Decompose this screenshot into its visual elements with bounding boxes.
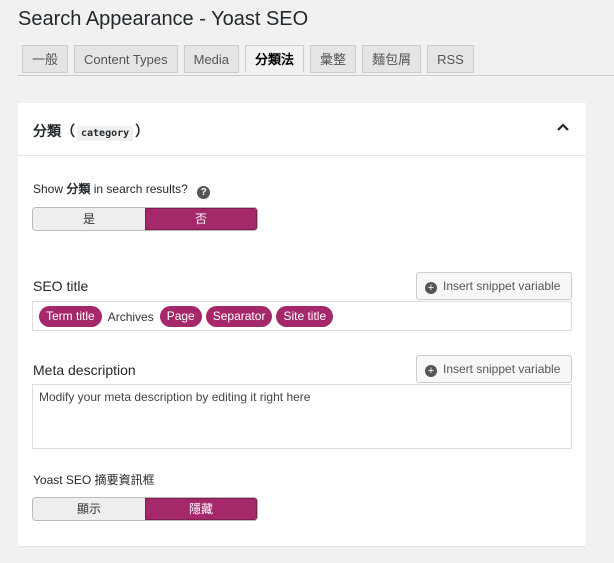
show-term: 分類	[66, 182, 91, 196]
toggle-option-show[interactable]: 顯示	[33, 498, 145, 520]
taxonomy-settings-card: 分類（ category） Show 分類 in search results? …	[18, 103, 586, 546]
metabox-toggle: 顯示 隱藏	[32, 497, 258, 521]
show-prefix: Show	[33, 182, 64, 196]
insert-snippet-variable-button-meta[interactable]: + Insert snippet variable	[416, 355, 572, 383]
toggle-option-yes[interactable]: 是	[33, 208, 145, 230]
seo-title-text-archives: Archives	[107, 309, 154, 324]
tab-rss[interactable]: RSS	[427, 45, 474, 73]
variable-pill-separator[interactable]: Separator	[205, 306, 273, 327]
meta-description-input[interactable]: Modify your meta description by editing …	[32, 384, 572, 449]
variable-pill-site-title[interactable]: Site title	[276, 306, 334, 327]
plus-circle-icon: +	[425, 365, 437, 377]
meta-description-placeholder: Modify your meta description by editing …	[39, 390, 311, 404]
seo-title-label: SEO title	[33, 278, 89, 294]
insert-snippet-label: Insert snippet variable	[443, 279, 561, 293]
metabox-label: Yoast SEO 摘要資訊框	[33, 473, 155, 487]
card-header[interactable]: 分類（ category）	[18, 103, 586, 156]
card-title-paren-open: （	[61, 123, 75, 139]
show-in-results-label: Show 分類 in search results? ?	[33, 180, 211, 199]
help-icon[interactable]: ?	[197, 186, 211, 199]
insert-snippet-label-meta: Insert snippet variable	[443, 362, 561, 376]
tab-breadcrumbs[interactable]: 麵包屑	[362, 45, 422, 73]
tab-archives[interactable]: 彙整	[310, 45, 357, 73]
page-title: Search Appearance - Yoast SEO	[18, 8, 309, 30]
plus-circle-icon: +	[425, 282, 437, 294]
card-title: 分類（ category）	[33, 121, 149, 141]
tab-content-types[interactable]: Content Types	[74, 45, 178, 73]
show-suffix: in search results?	[93, 182, 188, 196]
chevron-up-icon[interactable]	[555, 119, 571, 135]
seo-title-input[interactable]: Term title Archives Page Separator Site …	[32, 301, 572, 331]
variable-pill-page[interactable]: Page	[159, 306, 202, 327]
taxonomy-code: category	[77, 126, 134, 141]
variable-pill-term-title[interactable]: Term title	[39, 306, 102, 327]
seo-title-variables: Term title Archives Page Separator Site …	[33, 302, 571, 331]
tab-bar: 一般 Content Types Media 分類法 彙整 麵包屑 RSS	[22, 45, 474, 75]
tab-general[interactable]: 一般	[22, 45, 69, 73]
card-title-paren-close: ）	[135, 123, 150, 139]
meta-description-label: Meta description	[33, 362, 136, 378]
toggle-option-no[interactable]: 否	[145, 208, 257, 230]
tab-taxonomies[interactable]: 分類法	[245, 45, 305, 73]
card-title-term: 分類	[33, 123, 61, 139]
toggle-option-hide[interactable]: 隱藏	[145, 498, 257, 520]
tabs-divider	[18, 75, 614, 76]
insert-snippet-variable-button[interactable]: + Insert snippet variable	[416, 272, 572, 300]
show-in-results-toggle: 是 否	[32, 207, 258, 231]
tab-media[interactable]: Media	[183, 45, 240, 73]
